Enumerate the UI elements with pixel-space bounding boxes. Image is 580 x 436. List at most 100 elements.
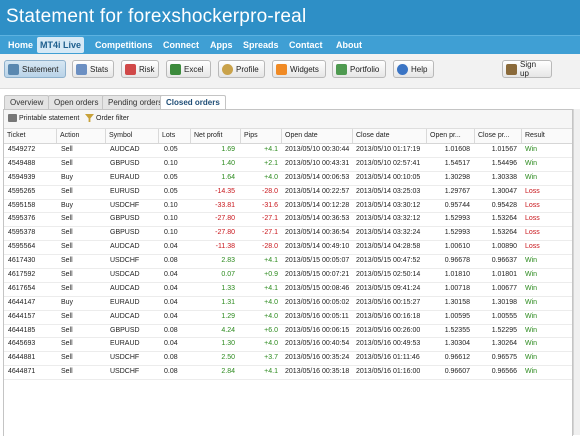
cell-ticket: 4595376 — [8, 215, 36, 223]
cell-close-date: 2013/05/16 00:49:53 — [356, 340, 421, 348]
cell-net-profit: -14.35 — [215, 187, 235, 195]
cell-close-price: 1.01567 — [491, 146, 517, 153]
cell-pips: -31.6 — [262, 201, 278, 209]
cell-ticket: 4617430 — [8, 257, 36, 265]
rss-icon — [276, 63, 287, 75]
col-ticket[interactable]: Ticket — [4, 129, 56, 143]
table-row[interactable]: 4617430 Sell USDCHF 0.08 2.83 +4.1 2013/05/15 … — [4, 255, 572, 270]
cell-close-date: 2013/05/16 00:16:18 — [356, 312, 421, 320]
nav-home[interactable]: Home — [5, 36, 36, 54]
nav-contact[interactable]: Contact — [286, 36, 326, 54]
cell-net-profit: -27.80 — [215, 229, 235, 237]
col-action[interactable]: Action — [56, 129, 105, 143]
table-header: Ticket Action Symbol Lots Net profit Pip… — [4, 129, 572, 144]
cell-open-date: 2013/05/14 00:12:28 — [285, 201, 350, 209]
tab-pending-orders[interactable]: Pending orders — [102, 95, 169, 109]
profile-button[interactable]: Profile — [218, 60, 265, 78]
nav-about[interactable]: About — [333, 36, 365, 54]
table-row[interactable]: 4549272 Sell AUDCAD 0.05 1.69 +4.1 2013/05/10 … — [4, 144, 572, 158]
table-row[interactable]: 4595378 Sell GBPUSD 0.10 -27.80 -27.1 2013/05/… — [4, 227, 572, 242]
cell-pips: +4.1 — [264, 284, 278, 292]
excel-button[interactable]: Excel — [166, 60, 211, 78]
table-row[interactable]: 4617654 Sell AUDCAD 0.04 1.33 +4.1 2013/05/15 … — [4, 283, 572, 297]
table-row[interactable]: 4595265 Sell EURUSD 0.05 -14.35 -28.0 2013/05/… — [4, 186, 572, 200]
cell-pips: -27.1 — [262, 215, 278, 223]
nav-spreads[interactable]: Spreads — [240, 36, 282, 54]
cell-close-date: 2013/05/16 00:26:00 — [356, 326, 421, 334]
cell-result: Win — [525, 146, 538, 153]
cell-ticket: 4644881 — [8, 354, 36, 362]
cell-lots: 0.08 — [164, 354, 178, 362]
cell-open-price: 1.54517 — [444, 159, 470, 167]
cell-result: Loss — [525, 187, 540, 195]
table-row[interactable]: 4644871 Sell USDCHF 0.08 2.84 +4.1 2013/05/16 … — [4, 366, 572, 381]
tab-overview[interactable]: Overview — [4, 95, 50, 109]
nav-mt4i-live[interactable]: MT4i Live — [37, 37, 85, 53]
portfolio-button[interactable]: Portfolio — [332, 60, 386, 78]
table-row[interactable]: 4595158 Buy USDCHF 0.10 -33.81 -31.6 2013/05/1… — [4, 200, 572, 214]
cell-close-price: 1.30047 — [491, 187, 517, 195]
table-row[interactable]: 4594939 Buy EURAUD 0.05 1.64 +4.0 2013/05/14 0… — [4, 172, 572, 186]
table-row[interactable]: 4644881 Sell USDCHF 0.08 2.50 +3.7 2013/05/16 … — [4, 352, 572, 367]
cell-close-price: 1.30264 — [491, 340, 517, 348]
stats-button[interactable]: Stats — [72, 60, 114, 78]
scrollbar[interactable] — [573, 109, 580, 435]
printable-statement-link[interactable]: Printable statement — [8, 114, 79, 122]
col-symbol[interactable]: Symbol — [105, 129, 158, 143]
signup-button[interactable]: Sign up — [502, 60, 552, 78]
cell-ticket: 4595158 — [8, 201, 36, 209]
table-row[interactable]: 4644157 Sell AUDCAD 0.04 1.29 +4.0 2013/05/16 … — [4, 311, 572, 325]
cell-close-date: 2013/05/16 00:15:27 — [356, 298, 421, 306]
cell-net-profit: 1.64 — [221, 173, 235, 181]
col-pips[interactable]: Pips — [240, 129, 281, 143]
cell-close-date: 2013/05/10 02:57:41 — [356, 159, 421, 167]
cell-open-date: 2013/05/10 00:43:31 — [285, 159, 350, 167]
stats-label: Stats — [90, 64, 109, 74]
tab-open-orders[interactable]: Open orders — [48, 95, 105, 109]
nav-competitions[interactable]: Competitions — [92, 36, 156, 54]
cell-symbol: GBPUSD — [110, 326, 140, 334]
table-row[interactable]: 4595564 Sell AUDCAD 0.04 -11.38 -28.0 2013/05/… — [4, 241, 572, 256]
main-nav: Home MT4i Live Competitions Connect Apps… — [0, 35, 580, 54]
printable-statement-label: Printable statement — [19, 114, 80, 122]
table-row[interactable]: 4644185 Sell GBPUSD 0.08 4.24 +6.0 2013/05/16 … — [4, 325, 572, 339]
title-bar: Statement for forexshockerpro-real — [0, 0, 580, 35]
cell-ticket: 4595265 — [8, 187, 36, 195]
table-row[interactable]: 4617592 Sell USDCAD 0.04 0.07 +0.9 2013/05/15 … — [4, 269, 572, 283]
help-button[interactable]: Help — [393, 60, 434, 78]
cell-close-price: 1.30198 — [491, 298, 517, 306]
cell-symbol: EURAUD — [110, 340, 140, 348]
cell-net-profit: 2.83 — [221, 257, 235, 265]
cell-ticket: 4644157 — [8, 312, 36, 320]
cell-open-date: 2013/05/14 00:49:10 — [285, 243, 350, 251]
col-close-price[interactable]: Close pr... — [474, 129, 521, 143]
col-lots[interactable]: Lots — [158, 129, 190, 143]
cell-open-date: 2013/05/16 00:40:54 — [285, 340, 350, 348]
cell-ticket: 4645693 — [8, 340, 36, 348]
risk-button[interactable]: Risk — [121, 60, 159, 78]
cell-close-date: 2013/05/10 01:17:19 — [356, 146, 421, 153]
table-row[interactable]: 4549488 Sell GBPUSD 0.10 1.40 +2.1 2013/05/10 … — [4, 158, 572, 172]
cell-close-date: 2013/05/15 09:41:24 — [356, 284, 421, 292]
nav-connect[interactable]: Connect — [160, 36, 202, 54]
col-close-date[interactable]: Close date — [352, 129, 426, 143]
tab-closed-orders[interactable]: Closed orders — [160, 95, 226, 110]
cell-lots: 0.10 — [164, 229, 178, 237]
statement-button[interactable]: Statement — [4, 60, 66, 78]
cell-pips: +0.9 — [264, 271, 278, 279]
order-filter-link[interactable]: Order filter — [85, 114, 129, 122]
nav-apps[interactable]: Apps — [207, 36, 236, 54]
col-result[interactable]: Result — [521, 129, 572, 143]
cell-pips: +4.0 — [264, 298, 278, 306]
col-open-date[interactable]: Open date — [281, 129, 352, 143]
excel-label: Excel — [184, 64, 204, 74]
col-net-profit[interactable]: Net profit — [190, 129, 240, 143]
widgets-button[interactable]: Widgets — [272, 60, 326, 78]
page-title: Statement for forexshockerpro-real — [6, 6, 307, 27]
cell-net-profit: 1.31 — [221, 298, 235, 306]
col-open-price[interactable]: Open pr... — [426, 129, 474, 143]
cell-pips: +4.1 — [264, 368, 278, 376]
table-row[interactable]: 4644147 Buy EURAUD 0.04 1.31 +4.0 2013/05/16 0… — [4, 297, 572, 311]
table-row[interactable]: 4595376 Sell GBPUSD 0.10 -27.80 -27.1 2013/05/… — [4, 213, 572, 228]
table-row[interactable]: 4645693 Sell EURAUD 0.04 1.30 +4.0 2013/05/16 … — [4, 338, 572, 353]
